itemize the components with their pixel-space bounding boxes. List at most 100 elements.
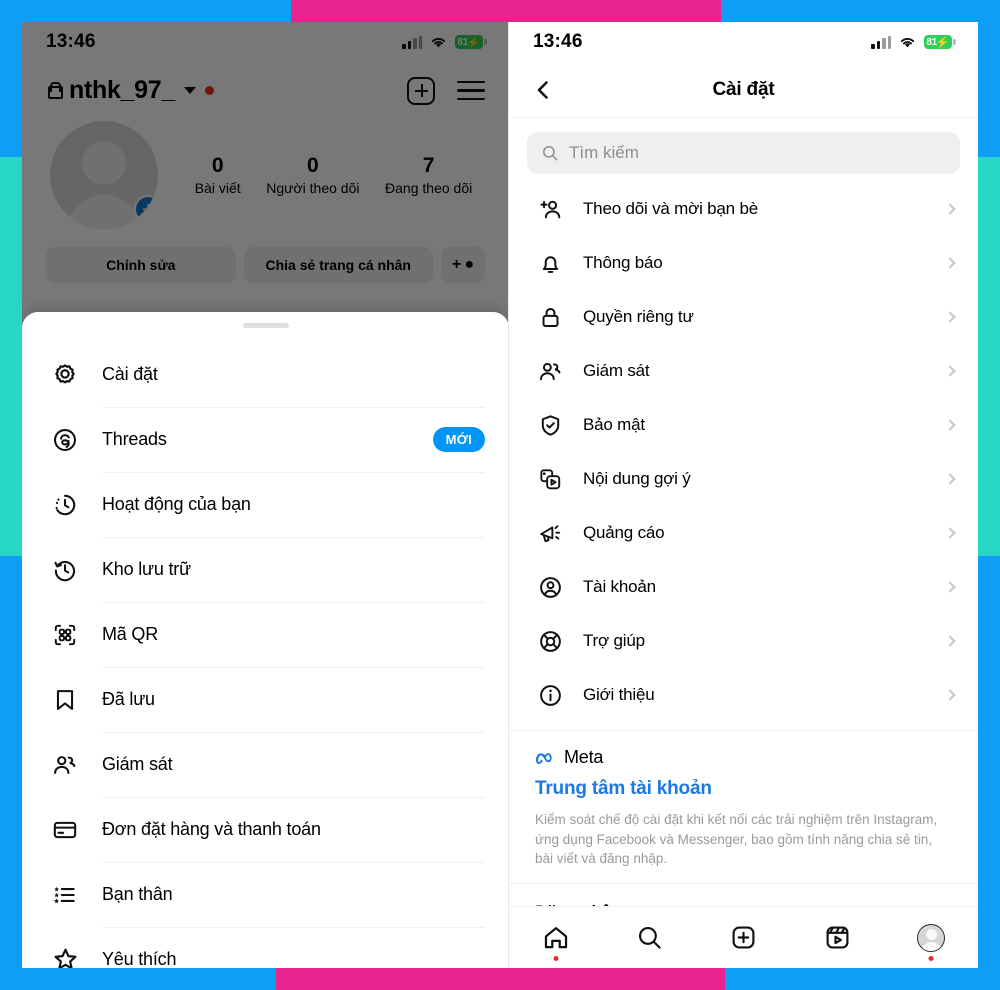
info-circle-icon [535, 683, 565, 708]
threads-icon [48, 427, 82, 453]
sheet-item-settings[interactable]: Cài đặt [22, 342, 509, 407]
sheet-item-label: Đơn đặt hàng và thanh toán [102, 819, 321, 839]
settings-item-ads[interactable]: Quảng cáo [509, 506, 978, 560]
sheet-item-label: Hoạt động của bạn [102, 494, 251, 514]
stat-followers[interactable]: 0 Người theo dõi [266, 154, 359, 196]
reels-icon [826, 926, 849, 949]
supervision-people-icon [48, 752, 82, 778]
stat-value: 0 [211, 154, 224, 177]
sheet-item-label: Yêu thích [102, 949, 177, 968]
hamburger-menu-icon[interactable] [457, 80, 485, 101]
plus-square-icon[interactable] [407, 76, 435, 105]
add-people-button[interactable]: + ● [441, 247, 485, 283]
search-input[interactable]: Tìm kiếm [527, 132, 960, 174]
tab-search[interactable] [628, 916, 672, 960]
chevron-right-icon [944, 311, 956, 323]
sheet-item-favorites[interactable]: Yêu thích [22, 927, 509, 968]
settings-item-help[interactable]: Trợ giúp [509, 614, 978, 668]
meta-accounts-center-section: Meta Trung tâm tài khoản Kiểm soát chế đ… [509, 730, 978, 883]
accounts-center-link[interactable]: Trung tâm tài khoản [535, 778, 952, 800]
gear-icon [48, 362, 82, 388]
settings-item-label: Quyền riêng tư [583, 307, 694, 326]
sheet-item-qr-code[interactable]: Mã QR [22, 602, 509, 667]
page-title: Cài đặt [712, 78, 775, 100]
settings-item-follow-invite[interactable]: Theo dõi và mời bạn bè [509, 182, 978, 236]
frame-band-top-left [0, 0, 291, 22]
add-story-plus-icon[interactable]: + [134, 195, 158, 223]
settings-item-account[interactable]: Tài khoản [509, 560, 978, 614]
stat-value: 7 [422, 154, 435, 177]
settings-item-supervision[interactable]: Giám sát [509, 344, 978, 398]
sheet-item-orders-payments[interactable]: Đơn đặt hàng và thanh toán [22, 797, 509, 862]
suggested-content-icon [535, 467, 565, 492]
battery-icon: 81 ⚡ [455, 35, 487, 49]
sheet-item-supervision[interactable]: Giám sát [22, 732, 509, 797]
bookmark-icon [48, 687, 82, 713]
chevron-left-icon[interactable] [531, 78, 555, 102]
stat-label: Người theo dõi [266, 180, 360, 196]
frame-band-right-middle [978, 157, 1000, 556]
drag-handle[interactable] [242, 323, 289, 328]
tab-badge-dot [928, 955, 934, 961]
person-add-icon [535, 197, 565, 222]
settings-item-privacy[interactable]: Quyền riêng tư [509, 290, 978, 344]
profile-summary: + 0 Bài viết 0 Người theo dõi 7 Đang the… [22, 111, 509, 229]
tab-create[interactable] [721, 916, 765, 960]
chevron-down-icon[interactable] [184, 87, 196, 94]
settings-item-label: Trợ giúp [583, 631, 645, 650]
sheet-item-your-activity[interactable]: Hoạt động của bạn [22, 472, 509, 537]
stat-following[interactable]: 7 Đang theo dõi [385, 154, 472, 196]
battery-icon: 81 ⚡ [924, 35, 956, 49]
profile-username[interactable]: nthk_97_ [69, 76, 175, 105]
credit-card-icon [48, 817, 82, 843]
cellular-signal-icon [871, 35, 891, 49]
sheet-item-threads[interactable]: Threads MỚI [22, 407, 509, 472]
stat-posts[interactable]: 0 Bài viết [195, 154, 241, 196]
sheet-item-archive[interactable]: Kho lưu trữ [22, 537, 509, 602]
chevron-right-icon [944, 473, 956, 485]
megaphone-icon [535, 521, 565, 546]
chevron-right-icon [944, 689, 956, 701]
chevron-right-icon [944, 581, 956, 593]
settings-item-security[interactable]: Bảo mật [509, 398, 978, 452]
sheet-menu-list: Cài đặt Threads MỚI Hoạt động của bạn Kh… [22, 342, 509, 968]
accounts-center-description: Kiểm soát chế độ cài đặt khi kết nối các… [535, 812, 938, 867]
tab-home[interactable] [534, 916, 578, 961]
wifi-icon [431, 38, 446, 48]
bottom-tab-bar [509, 906, 978, 968]
lifebuoy-help-icon [535, 629, 565, 654]
options-bottom-sheet: Cài đặt Threads MỚI Hoạt động của bạn Kh… [22, 312, 509, 968]
avatar[interactable]: + [50, 121, 158, 229]
settings-item-suggested-content[interactable]: Nội dung gợi ý [509, 452, 978, 506]
left-phone-screen: 13:46 81 ⚡ nthk_97_ + 0 Bài viết 0 Người… [22, 22, 509, 968]
profile-header: nthk_97_ [22, 62, 509, 111]
frame-band-top-right [721, 0, 1000, 22]
settings-item-about[interactable]: Giới thiệu [509, 668, 978, 722]
frame-band-bottom-left [0, 968, 276, 990]
edit-profile-button[interactable]: Chỉnh sửa [46, 247, 236, 283]
share-profile-button[interactable]: Chia sẻ trang cá nhân [243, 247, 433, 283]
avatar-icon [917, 923, 946, 952]
tab-reels[interactable] [815, 916, 859, 960]
settings-item-label: Giám sát [583, 361, 650, 380]
cellular-signal-icon [402, 35, 422, 49]
sheet-item-label: Mã QR [102, 624, 159, 644]
tab-profile[interactable] [909, 916, 953, 961]
frame-band-right-top [978, 0, 1000, 157]
chevron-right-icon [944, 635, 956, 647]
chevron-right-icon [944, 257, 956, 269]
chevron-right-icon [944, 419, 956, 431]
settings-list: Theo dõi và mời bạn bè Thông báo Quyền r… [509, 178, 978, 722]
close-friends-list-icon [48, 882, 82, 908]
settings-item-notifications[interactable]: Thông báo [509, 236, 978, 290]
sheet-item-saved[interactable]: Đã lưu [22, 667, 509, 732]
sheet-item-label: Kho lưu trữ [102, 559, 191, 579]
activity-clock-icon [48, 492, 82, 518]
plus-square-icon [732, 926, 755, 949]
status-bar-left: 13:46 81 ⚡ [22, 22, 509, 62]
sheet-item-label: Threads [102, 429, 167, 449]
archive-clock-icon [48, 557, 82, 583]
settings-item-label: Quảng cáo [583, 523, 665, 542]
sheet-item-close-friends[interactable]: Bạn thân [22, 862, 509, 927]
right-phone-screen: 13:46 81 ⚡ Cài đặt Tìm kiếm Theo dõi và … [509, 22, 978, 968]
